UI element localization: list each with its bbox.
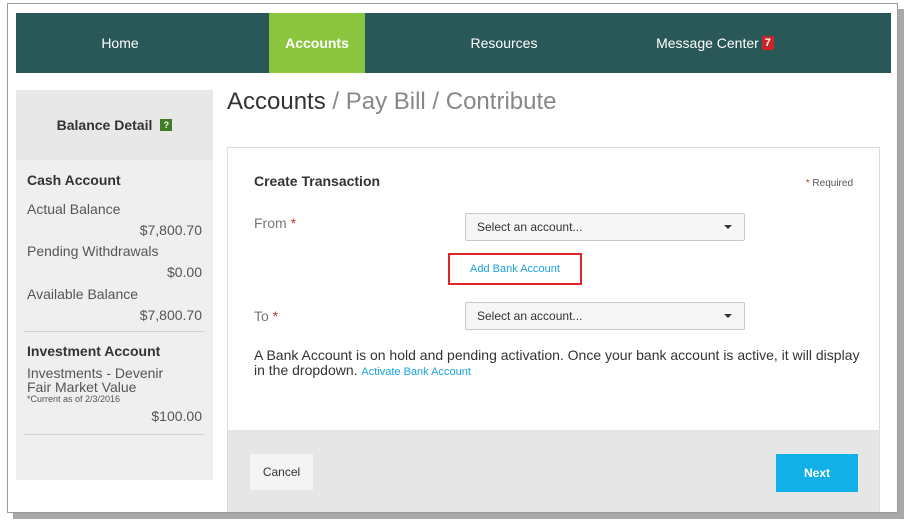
available-balance-label: Available Balance xyxy=(27,286,139,302)
top-nav: Home Accounts Resources Message Center 7 xyxy=(16,13,891,73)
message-count-badge: 7 xyxy=(761,36,774,50)
chevron-down-icon xyxy=(724,225,732,229)
balance-detail-header: Balance Detail ? xyxy=(16,90,213,160)
form-footer: Cancel Next xyxy=(228,430,879,512)
actual-balance-value: $7,800.70 xyxy=(139,222,202,238)
balance-detail-title: Balance Detail xyxy=(56,117,153,133)
cancel-button[interactable]: Cancel xyxy=(250,454,313,490)
sidebar-divider xyxy=(24,331,205,332)
page-title: Accounts / Pay Bill / Contribute xyxy=(227,88,556,116)
browser-frame: Home Accounts Resources Message Center 7… xyxy=(7,3,898,513)
pending-withdrawals-label: Pending Withdrawals xyxy=(27,243,159,259)
nav-home-label: Home xyxy=(101,35,139,51)
page-title-breadcrumb: / Pay Bill / Contribute xyxy=(325,88,557,115)
to-account-value: Select an account... xyxy=(477,309,583,323)
add-bank-account-label: Add Bank Account xyxy=(470,263,560,275)
required-note-text: Required xyxy=(809,178,853,189)
from-label-text: From xyxy=(254,215,287,231)
pending-activation-text: A Bank Account is on hold and pending ac… xyxy=(254,347,860,378)
next-button[interactable]: Next xyxy=(776,454,858,492)
nav-resources[interactable]: Resources xyxy=(411,13,597,73)
nav-accounts[interactable]: Accounts xyxy=(269,13,365,73)
to-label: To * xyxy=(254,308,278,324)
activate-bank-account-link[interactable]: Activate Bank Account xyxy=(361,366,470,378)
nav-message-center-label: Message Center xyxy=(656,35,759,51)
investment-value: $100.00 xyxy=(151,408,202,424)
as-of-note: *Current as of 2/3/2016 xyxy=(27,394,121,404)
page-title-main: Accounts xyxy=(227,88,326,115)
create-transaction-title: Create Transaction xyxy=(254,173,381,189)
nav-accounts-label: Accounts xyxy=(285,35,349,51)
to-account-select[interactable]: Select an account... xyxy=(465,302,745,330)
cash-account-heading: Cash Account xyxy=(27,172,121,188)
to-label-text: To xyxy=(254,308,269,324)
sidebar-divider-bottom xyxy=(24,434,205,435)
nav-resources-label: Resources xyxy=(470,35,538,51)
pending-activation-message: A Bank Account is on hold and pending ac… xyxy=(254,348,864,380)
chevron-down-icon xyxy=(724,314,732,318)
actual-balance-label: Actual Balance xyxy=(27,201,121,217)
nav-home[interactable]: Home xyxy=(16,13,224,73)
available-balance-value: $7,800.70 xyxy=(139,307,202,323)
to-required-star: * xyxy=(272,308,279,324)
nav-message-center[interactable]: Message Center 7 xyxy=(620,13,810,73)
from-required-star: * xyxy=(290,215,297,231)
create-transaction-card: Create Transaction * Required From * Sel… xyxy=(227,147,880,512)
investment-name: Investments - Devenir xyxy=(27,365,164,381)
required-note: * Required xyxy=(806,178,853,189)
from-account-select[interactable]: Select an account... xyxy=(465,213,745,241)
balance-detail-panel: Cash Account Actual Balance $7,800.70 Pe… xyxy=(16,160,213,480)
from-account-value: Select an account... xyxy=(477,220,583,234)
help-icon[interactable]: ? xyxy=(160,119,173,131)
investment-account-heading: Investment Account xyxy=(27,343,161,359)
pending-withdrawals-value: $0.00 xyxy=(166,264,202,280)
from-label: From * xyxy=(254,215,296,231)
fair-market-value-label: Fair Market Value xyxy=(27,379,137,395)
add-bank-account-link[interactable]: Add Bank Account xyxy=(448,253,582,285)
